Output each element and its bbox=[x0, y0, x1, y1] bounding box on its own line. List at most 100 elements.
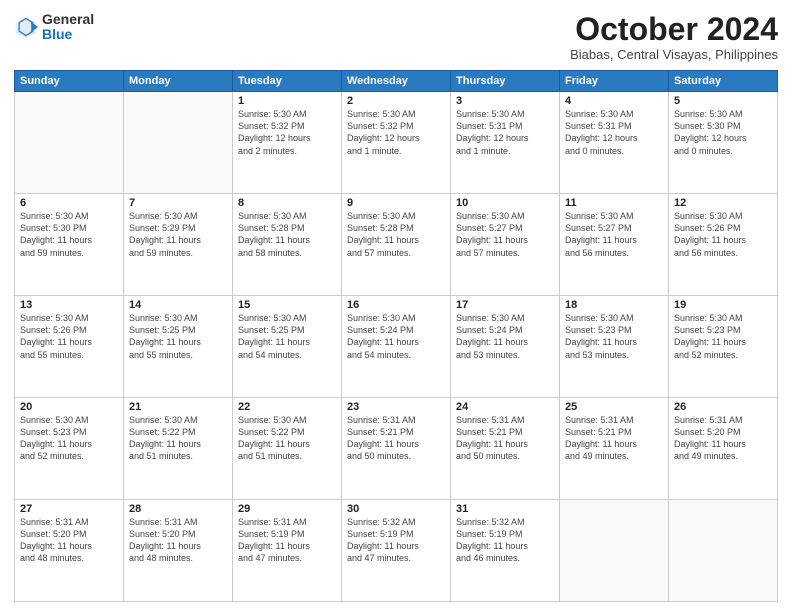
day-info: Sunrise: 5:30 AM Sunset: 5:30 PM Dayligh… bbox=[674, 108, 772, 157]
day-number: 25 bbox=[565, 401, 663, 413]
calendar-table: Sunday Monday Tuesday Wednesday Thursday… bbox=[14, 70, 778, 602]
table-row: 23Sunrise: 5:31 AM Sunset: 5:21 PM Dayli… bbox=[342, 398, 451, 500]
table-row bbox=[560, 500, 669, 602]
header: General Blue October 2024 Biabas, Centra… bbox=[14, 12, 778, 62]
day-info: Sunrise: 5:31 AM Sunset: 5:20 PM Dayligh… bbox=[129, 516, 227, 565]
day-info: Sunrise: 5:30 AM Sunset: 5:28 PM Dayligh… bbox=[347, 210, 445, 259]
calendar-week-row: 27Sunrise: 5:31 AM Sunset: 5:20 PM Dayli… bbox=[15, 500, 778, 602]
day-number: 26 bbox=[674, 401, 772, 413]
day-info: Sunrise: 5:31 AM Sunset: 5:21 PM Dayligh… bbox=[347, 414, 445, 463]
day-number: 10 bbox=[456, 197, 554, 209]
table-row: 9Sunrise: 5:30 AM Sunset: 5:28 PM Daylig… bbox=[342, 194, 451, 296]
day-info: Sunrise: 5:30 AM Sunset: 5:29 PM Dayligh… bbox=[129, 210, 227, 259]
table-row: 19Sunrise: 5:30 AM Sunset: 5:23 PM Dayli… bbox=[669, 296, 778, 398]
table-row: 11Sunrise: 5:30 AM Sunset: 5:27 PM Dayli… bbox=[560, 194, 669, 296]
day-number: 31 bbox=[456, 503, 554, 515]
table-row: 16Sunrise: 5:30 AM Sunset: 5:24 PM Dayli… bbox=[342, 296, 451, 398]
table-row: 22Sunrise: 5:30 AM Sunset: 5:22 PM Dayli… bbox=[233, 398, 342, 500]
table-row bbox=[15, 92, 124, 194]
day-number: 20 bbox=[20, 401, 118, 413]
table-row: 6Sunrise: 5:30 AM Sunset: 5:30 PM Daylig… bbox=[15, 194, 124, 296]
table-row: 5Sunrise: 5:30 AM Sunset: 5:30 PM Daylig… bbox=[669, 92, 778, 194]
month-title: October 2024 bbox=[570, 12, 778, 47]
day-info: Sunrise: 5:30 AM Sunset: 5:25 PM Dayligh… bbox=[129, 312, 227, 361]
table-row: 10Sunrise: 5:30 AM Sunset: 5:27 PM Dayli… bbox=[451, 194, 560, 296]
day-number: 23 bbox=[347, 401, 445, 413]
table-row: 12Sunrise: 5:30 AM Sunset: 5:26 PM Dayli… bbox=[669, 194, 778, 296]
day-number: 18 bbox=[565, 299, 663, 311]
table-row: 20Sunrise: 5:30 AM Sunset: 5:23 PM Dayli… bbox=[15, 398, 124, 500]
col-saturday: Saturday bbox=[669, 71, 778, 92]
day-info: Sunrise: 5:30 AM Sunset: 5:31 PM Dayligh… bbox=[456, 108, 554, 157]
day-info: Sunrise: 5:30 AM Sunset: 5:26 PM Dayligh… bbox=[20, 312, 118, 361]
day-number: 28 bbox=[129, 503, 227, 515]
day-info: Sunrise: 5:30 AM Sunset: 5:28 PM Dayligh… bbox=[238, 210, 336, 259]
day-info: Sunrise: 5:30 AM Sunset: 5:27 PM Dayligh… bbox=[565, 210, 663, 259]
day-number: 12 bbox=[674, 197, 772, 209]
table-row: 8Sunrise: 5:30 AM Sunset: 5:28 PM Daylig… bbox=[233, 194, 342, 296]
day-info: Sunrise: 5:30 AM Sunset: 5:32 PM Dayligh… bbox=[347, 108, 445, 157]
day-number: 3 bbox=[456, 95, 554, 107]
table-row: 1Sunrise: 5:30 AM Sunset: 5:32 PM Daylig… bbox=[233, 92, 342, 194]
table-row: 30Sunrise: 5:32 AM Sunset: 5:19 PM Dayli… bbox=[342, 500, 451, 602]
table-row bbox=[124, 92, 233, 194]
table-row: 4Sunrise: 5:30 AM Sunset: 5:31 PM Daylig… bbox=[560, 92, 669, 194]
day-number: 30 bbox=[347, 503, 445, 515]
day-number: 6 bbox=[20, 197, 118, 209]
day-number: 5 bbox=[674, 95, 772, 107]
day-info: Sunrise: 5:30 AM Sunset: 5:23 PM Dayligh… bbox=[20, 414, 118, 463]
table-row: 18Sunrise: 5:30 AM Sunset: 5:23 PM Dayli… bbox=[560, 296, 669, 398]
table-row: 2Sunrise: 5:30 AM Sunset: 5:32 PM Daylig… bbox=[342, 92, 451, 194]
logo-text: General Blue bbox=[42, 12, 94, 43]
day-number: 15 bbox=[238, 299, 336, 311]
day-info: Sunrise: 5:30 AM Sunset: 5:25 PM Dayligh… bbox=[238, 312, 336, 361]
day-number: 13 bbox=[20, 299, 118, 311]
table-row: 7Sunrise: 5:30 AM Sunset: 5:29 PM Daylig… bbox=[124, 194, 233, 296]
day-number: 1 bbox=[238, 95, 336, 107]
day-info: Sunrise: 5:31 AM Sunset: 5:20 PM Dayligh… bbox=[674, 414, 772, 463]
calendar-header-row: Sunday Monday Tuesday Wednesday Thursday… bbox=[15, 71, 778, 92]
table-row: 13Sunrise: 5:30 AM Sunset: 5:26 PM Dayli… bbox=[15, 296, 124, 398]
logo-blue: Blue bbox=[42, 27, 94, 42]
logo-icon bbox=[14, 15, 38, 39]
day-number: 17 bbox=[456, 299, 554, 311]
day-info: Sunrise: 5:31 AM Sunset: 5:20 PM Dayligh… bbox=[20, 516, 118, 565]
table-row: 24Sunrise: 5:31 AM Sunset: 5:21 PM Dayli… bbox=[451, 398, 560, 500]
logo-general: General bbox=[42, 12, 94, 27]
table-row: 26Sunrise: 5:31 AM Sunset: 5:20 PM Dayli… bbox=[669, 398, 778, 500]
table-row: 28Sunrise: 5:31 AM Sunset: 5:20 PM Dayli… bbox=[124, 500, 233, 602]
logo: General Blue bbox=[14, 12, 94, 43]
day-number: 27 bbox=[20, 503, 118, 515]
day-number: 11 bbox=[565, 197, 663, 209]
col-thursday: Thursday bbox=[451, 71, 560, 92]
day-number: 4 bbox=[565, 95, 663, 107]
calendar-week-row: 13Sunrise: 5:30 AM Sunset: 5:26 PM Dayli… bbox=[15, 296, 778, 398]
day-number: 7 bbox=[129, 197, 227, 209]
day-info: Sunrise: 5:30 AM Sunset: 5:30 PM Dayligh… bbox=[20, 210, 118, 259]
header-right: October 2024 Biabas, Central Visayas, Ph… bbox=[570, 12, 778, 62]
calendar-week-row: 1Sunrise: 5:30 AM Sunset: 5:32 PM Daylig… bbox=[15, 92, 778, 194]
day-info: Sunrise: 5:31 AM Sunset: 5:19 PM Dayligh… bbox=[238, 516, 336, 565]
col-wednesday: Wednesday bbox=[342, 71, 451, 92]
day-info: Sunrise: 5:30 AM Sunset: 5:26 PM Dayligh… bbox=[674, 210, 772, 259]
table-row: 27Sunrise: 5:31 AM Sunset: 5:20 PM Dayli… bbox=[15, 500, 124, 602]
col-monday: Monday bbox=[124, 71, 233, 92]
day-info: Sunrise: 5:30 AM Sunset: 5:23 PM Dayligh… bbox=[565, 312, 663, 361]
day-number: 14 bbox=[129, 299, 227, 311]
day-info: Sunrise: 5:30 AM Sunset: 5:31 PM Dayligh… bbox=[565, 108, 663, 157]
day-info: Sunrise: 5:30 AM Sunset: 5:24 PM Dayligh… bbox=[456, 312, 554, 361]
day-info: Sunrise: 5:30 AM Sunset: 5:27 PM Dayligh… bbox=[456, 210, 554, 259]
col-sunday: Sunday bbox=[15, 71, 124, 92]
table-row: 21Sunrise: 5:30 AM Sunset: 5:22 PM Dayli… bbox=[124, 398, 233, 500]
day-info: Sunrise: 5:31 AM Sunset: 5:21 PM Dayligh… bbox=[565, 414, 663, 463]
day-number: 29 bbox=[238, 503, 336, 515]
col-friday: Friday bbox=[560, 71, 669, 92]
day-info: Sunrise: 5:32 AM Sunset: 5:19 PM Dayligh… bbox=[347, 516, 445, 565]
day-info: Sunrise: 5:30 AM Sunset: 5:32 PM Dayligh… bbox=[238, 108, 336, 157]
day-info: Sunrise: 5:30 AM Sunset: 5:23 PM Dayligh… bbox=[674, 312, 772, 361]
table-row: 17Sunrise: 5:30 AM Sunset: 5:24 PM Dayli… bbox=[451, 296, 560, 398]
calendar-week-row: 6Sunrise: 5:30 AM Sunset: 5:30 PM Daylig… bbox=[15, 194, 778, 296]
day-number: 19 bbox=[674, 299, 772, 311]
day-info: Sunrise: 5:32 AM Sunset: 5:19 PM Dayligh… bbox=[456, 516, 554, 565]
day-number: 22 bbox=[238, 401, 336, 413]
